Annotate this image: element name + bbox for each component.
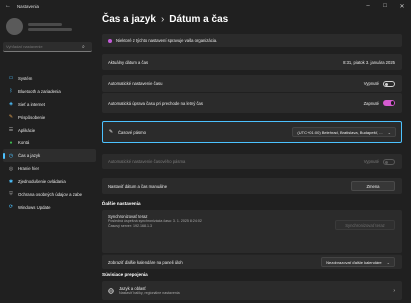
- auto-timezone-state: Vypnuté: [363, 159, 379, 164]
- redacted-user-name: [28, 22, 62, 26]
- close-icon[interactable]: ✕: [395, 0, 409, 12]
- sidebar-item-shield[interactable]: ⛨ Ochrana osobných údajov a zabe: [3, 188, 96, 201]
- sidebar-item-label: Aplikácie: [18, 127, 36, 133]
- language-region-subtitle: Nastaviť balíky, regionálne nastavenia: [119, 290, 180, 295]
- auto-time-toggle[interactable]: [383, 80, 395, 87]
- sidebar-item-gamepad[interactable]: ◎ Hranie hier: [3, 162, 96, 175]
- sidebar-item-accessibility[interactable]: ✱ Zjednodušenie ovládania: [3, 175, 96, 188]
- sidebar-item-label: Bluetooth a zariadenia: [18, 88, 61, 94]
- search-box[interactable]: ⌕: [3, 42, 92, 52]
- timezone-row: ✎ Časové pásmo (UTC+01:00) Belehrad, Bra…: [102, 121, 402, 143]
- sidebar-item-label: Sieť a internet: [18, 101, 45, 107]
- title-bar: ← Nastavenia – □ ✕: [0, 0, 411, 12]
- avatar: [6, 18, 23, 35]
- info-icon: [108, 38, 112, 43]
- sidebar-item-apps[interactable]: ☰ Aplikácie: [3, 124, 96, 137]
- sync-server: Časový server: 192.168.1.3: [108, 224, 152, 228]
- timezone-label: Časové pásmo: [118, 129, 146, 135]
- auto-time-state: Vypnuté: [363, 81, 379, 86]
- manual-time-row: Nastaviť dátum a čas manuálne Zmena: [102, 178, 402, 194]
- sidebar-item-person[interactable]: ● Kontá: [3, 136, 96, 149]
- timezone-dropdown[interactable]: (UTC+01:00) Belehrad, Bratislava, Budape…: [292, 127, 396, 137]
- chevron-down-icon: ⌄: [387, 129, 391, 135]
- policy-info-text: Niektoré z týchto nastavení spravuje vaš…: [116, 38, 218, 43]
- manual-time-label: Nastaviť dátum a čas manuálne: [108, 183, 168, 189]
- breadcrumb: Čas a jazyk › Dátum a čas: [102, 14, 228, 25]
- sidebar: ⌕ ▭ Systém ᛒ Bluetooth a zariadenia ◈ Sieť a …: [0, 12, 99, 303]
- policy-info-bar: Niektoré z týchto nastavení spravuje vaš…: [102, 34, 402, 47]
- sidebar-item-label: Kontá: [18, 140, 30, 146]
- calendar-value: Nezobrazovať ďalšie kalendáre: [326, 259, 382, 265]
- sidebar-item-label: Zjednodušenie ovládania: [18, 179, 66, 185]
- timezone-value: (UTC+01:00) Belehrad, Bratislava, Budape…: [297, 129, 383, 135]
- sidebar-nav: ▭ Systém ᛒ Bluetooth a zariadenia ◈ Sieť a in…: [3, 72, 96, 214]
- update-icon: ⟳: [8, 204, 14, 211]
- dst-toggle[interactable]: [383, 100, 395, 106]
- auto-time-label: Automatické nastavenie času: [108, 81, 163, 86]
- sidebar-item-label: Systém: [18, 75, 33, 81]
- calendar-dropdown[interactable]: Nezobrazovať ďalšie kalendáre ⌄: [321, 257, 395, 267]
- sidebar-item-brush[interactable]: ✎ Prispôsobenie: [3, 111, 96, 124]
- gamepad-icon: ◎: [8, 165, 14, 172]
- globe-icon: [108, 287, 114, 294]
- calendar-row: Zobraziť ďalšie kalendáre na paneli úloh…: [102, 254, 402, 269]
- language-region-link[interactable]: Jazyk a oblasť Nastaviť balíky, regionál…: [102, 281, 402, 300]
- dst-state: Zapnuté: [363, 100, 379, 106]
- sidebar-item-monitor[interactable]: ▭ Systém: [3, 72, 96, 85]
- maximize-icon[interactable]: □: [378, 0, 392, 12]
- bluetooth-icon: ᛒ: [9, 88, 13, 95]
- search-input[interactable]: [6, 44, 82, 49]
- brush-icon: ✎: [8, 114, 14, 121]
- person-icon: ●: [9, 139, 13, 146]
- main-content: Čas a jazyk › Dátum a čas Niektoré z týc…: [102, 12, 411, 303]
- back-arrow-icon[interactable]: ←: [5, 3, 13, 9]
- page-title: Dátum a čas: [169, 14, 229, 25]
- user-profile[interactable]: [6, 18, 72, 35]
- current-date-label: Aktuálny dátum a čas: [108, 59, 149, 65]
- minimize-icon[interactable]: –: [361, 0, 375, 12]
- sync-card: Synchronizovať teraz Posledná úspešná sy…: [102, 210, 402, 253]
- auto-time-row: Automatické nastavenie času Vypnuté: [102, 75, 402, 92]
- current-date-row: Aktuálny dátum a čas 8:31, piatok 3. jan…: [102, 54, 402, 70]
- sidebar-item-label: Ochrana osobných údajov a zabe: [18, 191, 83, 197]
- breadcrumb-separator: ›: [160, 14, 165, 25]
- sync-now-button[interactable]: Synchronizovať teraz: [335, 220, 395, 230]
- auto-timezone-label: Automatické nastavenie časového pásma: [108, 159, 186, 164]
- wifi-icon: ◈: [9, 101, 13, 108]
- calendar-label: Zobraziť ďalšie kalendáre na paneli úloh: [108, 259, 183, 265]
- change-time-button[interactable]: Zmena: [351, 181, 395, 191]
- sidebar-item-label: Prispôsobenie: [18, 114, 46, 120]
- sidebar-item-label: Windows Update: [18, 204, 51, 210]
- sidebar-item-label: Čas a jazyk: [18, 153, 41, 159]
- window-title: Nastavenia: [17, 3, 39, 9]
- apps-icon: ☰: [8, 127, 14, 133]
- current-date-value: 8:31, piatok 3. januára 2025: [343, 59, 395, 65]
- dst-label: Automatická úprava času pri prechode na …: [108, 100, 203, 106]
- shield-icon: ⛨: [9, 191, 13, 198]
- breadcrumb-parent[interactable]: Čas a jazyk: [102, 14, 156, 25]
- sidebar-item-update[interactable]: ⟳ Windows Update: [3, 201, 96, 214]
- related-links-title: Súvisiace prepojenia: [102, 272, 148, 277]
- pin-icon: ✎: [108, 129, 114, 135]
- redacted-user-email: [28, 27, 72, 31]
- chevron-down-icon: ⌄: [386, 259, 390, 265]
- chevron-right-icon: ›: [393, 287, 395, 294]
- clock-globe-icon: ◷: [8, 152, 14, 159]
- dst-row: Automatická úprava času pri prechode na …: [102, 93, 402, 113]
- sidebar-item-wifi[interactable]: ◈ Sieť a internet: [3, 98, 96, 111]
- sidebar-item-clock-globe[interactable]: ◷ Čas a jazyk: [3, 149, 96, 163]
- sidebar-item-bluetooth[interactable]: ᛒ Bluetooth a zariadenia: [3, 85, 96, 98]
- monitor-icon: ▭: [8, 75, 14, 82]
- auto-timezone-toggle[interactable]: [383, 158, 395, 165]
- additional-settings-title: Ďalšie nastavenia: [102, 201, 141, 206]
- auto-timezone-row: Automatické nastavenie časového pásma Vy…: [102, 154, 402, 169]
- search-icon[interactable]: ⌕: [82, 44, 85, 50]
- sidebar-item-label: Hranie hier: [18, 166, 40, 172]
- accessibility-icon: ✱: [8, 178, 14, 185]
